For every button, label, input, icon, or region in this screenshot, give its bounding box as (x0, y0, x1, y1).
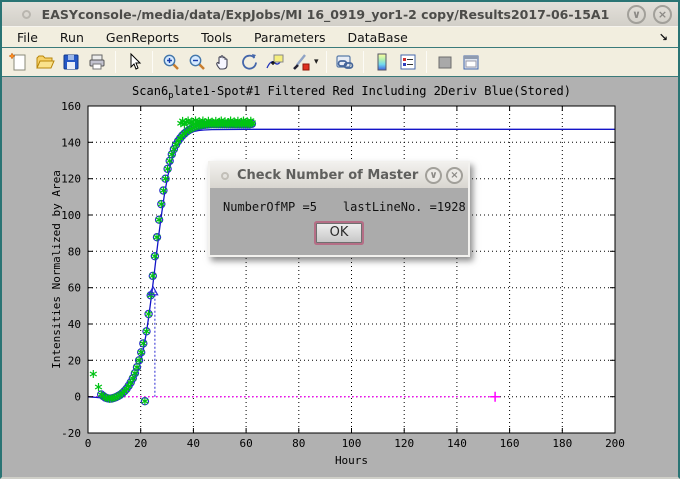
dialog-icon (221, 172, 229, 180)
figure-canvas[interactable]: 0 20 40 60 80 100 120 140 160 180 200 -20 0 20 40 60 80 1… (2, 77, 678, 478)
menu-database[interactable]: DataBase (336, 28, 418, 47)
svg-text:140: 140 (447, 437, 467, 450)
svg-text:80: 80 (292, 437, 305, 450)
svg-text:100: 100 (61, 209, 81, 222)
data-cursor-button[interactable] (263, 50, 287, 74)
hide-plot-tools-icon (435, 52, 455, 72)
dialog-title: Check Number of Master Pla (237, 168, 421, 183)
edit-plot-button[interactable] (122, 50, 146, 74)
data-cursor-icon (265, 52, 285, 72)
svg-text:180: 180 (552, 437, 572, 450)
svg-text:60: 60 (68, 282, 81, 295)
legend-icon (398, 52, 418, 72)
dialog-message-lastlineno: lastLineNo. =1928 (343, 200, 466, 214)
window-close-button[interactable]: × (653, 5, 672, 24)
open-file-button[interactable] (33, 50, 57, 74)
menu-genreports[interactable]: GenReports (95, 28, 190, 47)
figure-toolbar: ▾ (2, 48, 678, 77)
window-titlebar[interactable]: EASYconsole-/media/data/ExpJobs/MI 16_09… (2, 2, 678, 27)
hide-plot-tools-button[interactable] (433, 50, 457, 74)
svg-text:200: 200 (605, 437, 625, 450)
svg-text:0: 0 (74, 391, 81, 404)
brush-icon (291, 52, 311, 72)
svg-text:160: 160 (61, 100, 81, 113)
dialog-titlebar[interactable]: Check Number of Master Pla ∨ × (210, 163, 468, 188)
svg-text:20: 20 (68, 354, 81, 367)
svg-text:120: 120 (61, 173, 81, 186)
open-folder-icon (35, 52, 55, 72)
svg-text:-20: -20 (61, 427, 81, 440)
menubar: File Run GenReports Tools Parameters Dat… (2, 27, 678, 48)
svg-text:Scan6plate1-Spot#1 Filtered Re: Scan6plate1-Spot#1 Filtered Red Includin… (132, 84, 571, 101)
app-window: EASYconsole-/media/data/ExpJobs/MI 16_09… (0, 0, 680, 479)
insert-legend-button[interactable] (396, 50, 420, 74)
dialog-shade-button[interactable]: ∨ (425, 167, 442, 184)
dock-figure-icon (461, 52, 481, 72)
window-title: EASYconsole-/media/data/ExpJobs/MI 16_09… (31, 7, 620, 22)
menu-parameters[interactable]: Parameters (243, 28, 337, 47)
svg-text:80: 80 (68, 245, 81, 258)
menu-file[interactable]: File (6, 28, 49, 47)
cursor-arrow-icon (124, 52, 144, 72)
save-icon (61, 52, 81, 72)
svg-text:40: 40 (187, 437, 200, 450)
dialog-message-numberofmp: NumberOfMP =5 (223, 200, 317, 214)
brush-dropdown-caret[interactable]: ▾ (314, 57, 319, 67)
toolbar-separator (152, 51, 153, 73)
toolbar-separator (115, 51, 116, 73)
new-figure-icon (9, 52, 29, 72)
printer-icon (87, 52, 107, 72)
insert-colorbar-button[interactable] (370, 50, 394, 74)
figure-area: 0 20 40 60 80 100 120 140 160 180 200 -20 0 20 40 60 80 1… (2, 77, 678, 477)
link-plot-button[interactable] (333, 50, 357, 74)
svg-text:0: 0 (85, 437, 92, 450)
svg-text:60: 60 (239, 437, 252, 450)
menu-tools[interactable]: Tools (190, 28, 243, 47)
toolbar-separator (363, 51, 364, 73)
svg-text:100: 100 (342, 437, 362, 450)
brush-data-button[interactable] (289, 50, 313, 74)
dialog-body: NumberOfMP =5 lastLineNo. =1928 OK (210, 188, 468, 255)
svg-text:Intensities Normalized by Area: Intensities Normalized by Area (50, 170, 63, 369)
menu-run[interactable]: Run (49, 28, 95, 47)
svg-text:40: 40 (68, 318, 81, 331)
pan-button[interactable] (211, 50, 235, 74)
zoom-in-button[interactable] (159, 50, 183, 74)
rotate-icon (239, 52, 259, 72)
print-figure-button[interactable] (85, 50, 109, 74)
hand-icon (213, 52, 233, 72)
ok-button[interactable]: OK (316, 223, 362, 243)
svg-text:Hours: Hours (335, 454, 368, 467)
menubar-detach-icon[interactable]: ↘ (659, 31, 668, 44)
zoom-out-icon (187, 52, 207, 72)
zoom-out-button[interactable] (185, 50, 209, 74)
svg-text:120: 120 (394, 437, 414, 450)
dock-figure-button[interactable] (459, 50, 483, 74)
svg-text:160: 160 (500, 437, 520, 450)
rotate-3d-button[interactable] (237, 50, 261, 74)
save-figure-button[interactable] (59, 50, 83, 74)
window-shade-button[interactable]: ∨ (627, 5, 646, 24)
zoom-in-icon (161, 52, 181, 72)
colorbar-icon (372, 52, 392, 72)
window-icon (22, 10, 31, 19)
svg-text:20: 20 (134, 437, 147, 450)
check-number-dialog: Check Number of Master Pla ∨ × NumberOfM… (208, 161, 470, 257)
dialog-close-button[interactable]: × (446, 167, 463, 184)
new-figure-button[interactable] (7, 50, 31, 74)
toolbar-separator (426, 51, 427, 73)
svg-text:140: 140 (61, 136, 81, 149)
link-chain-icon (335, 52, 355, 72)
toolbar-separator (326, 51, 327, 73)
